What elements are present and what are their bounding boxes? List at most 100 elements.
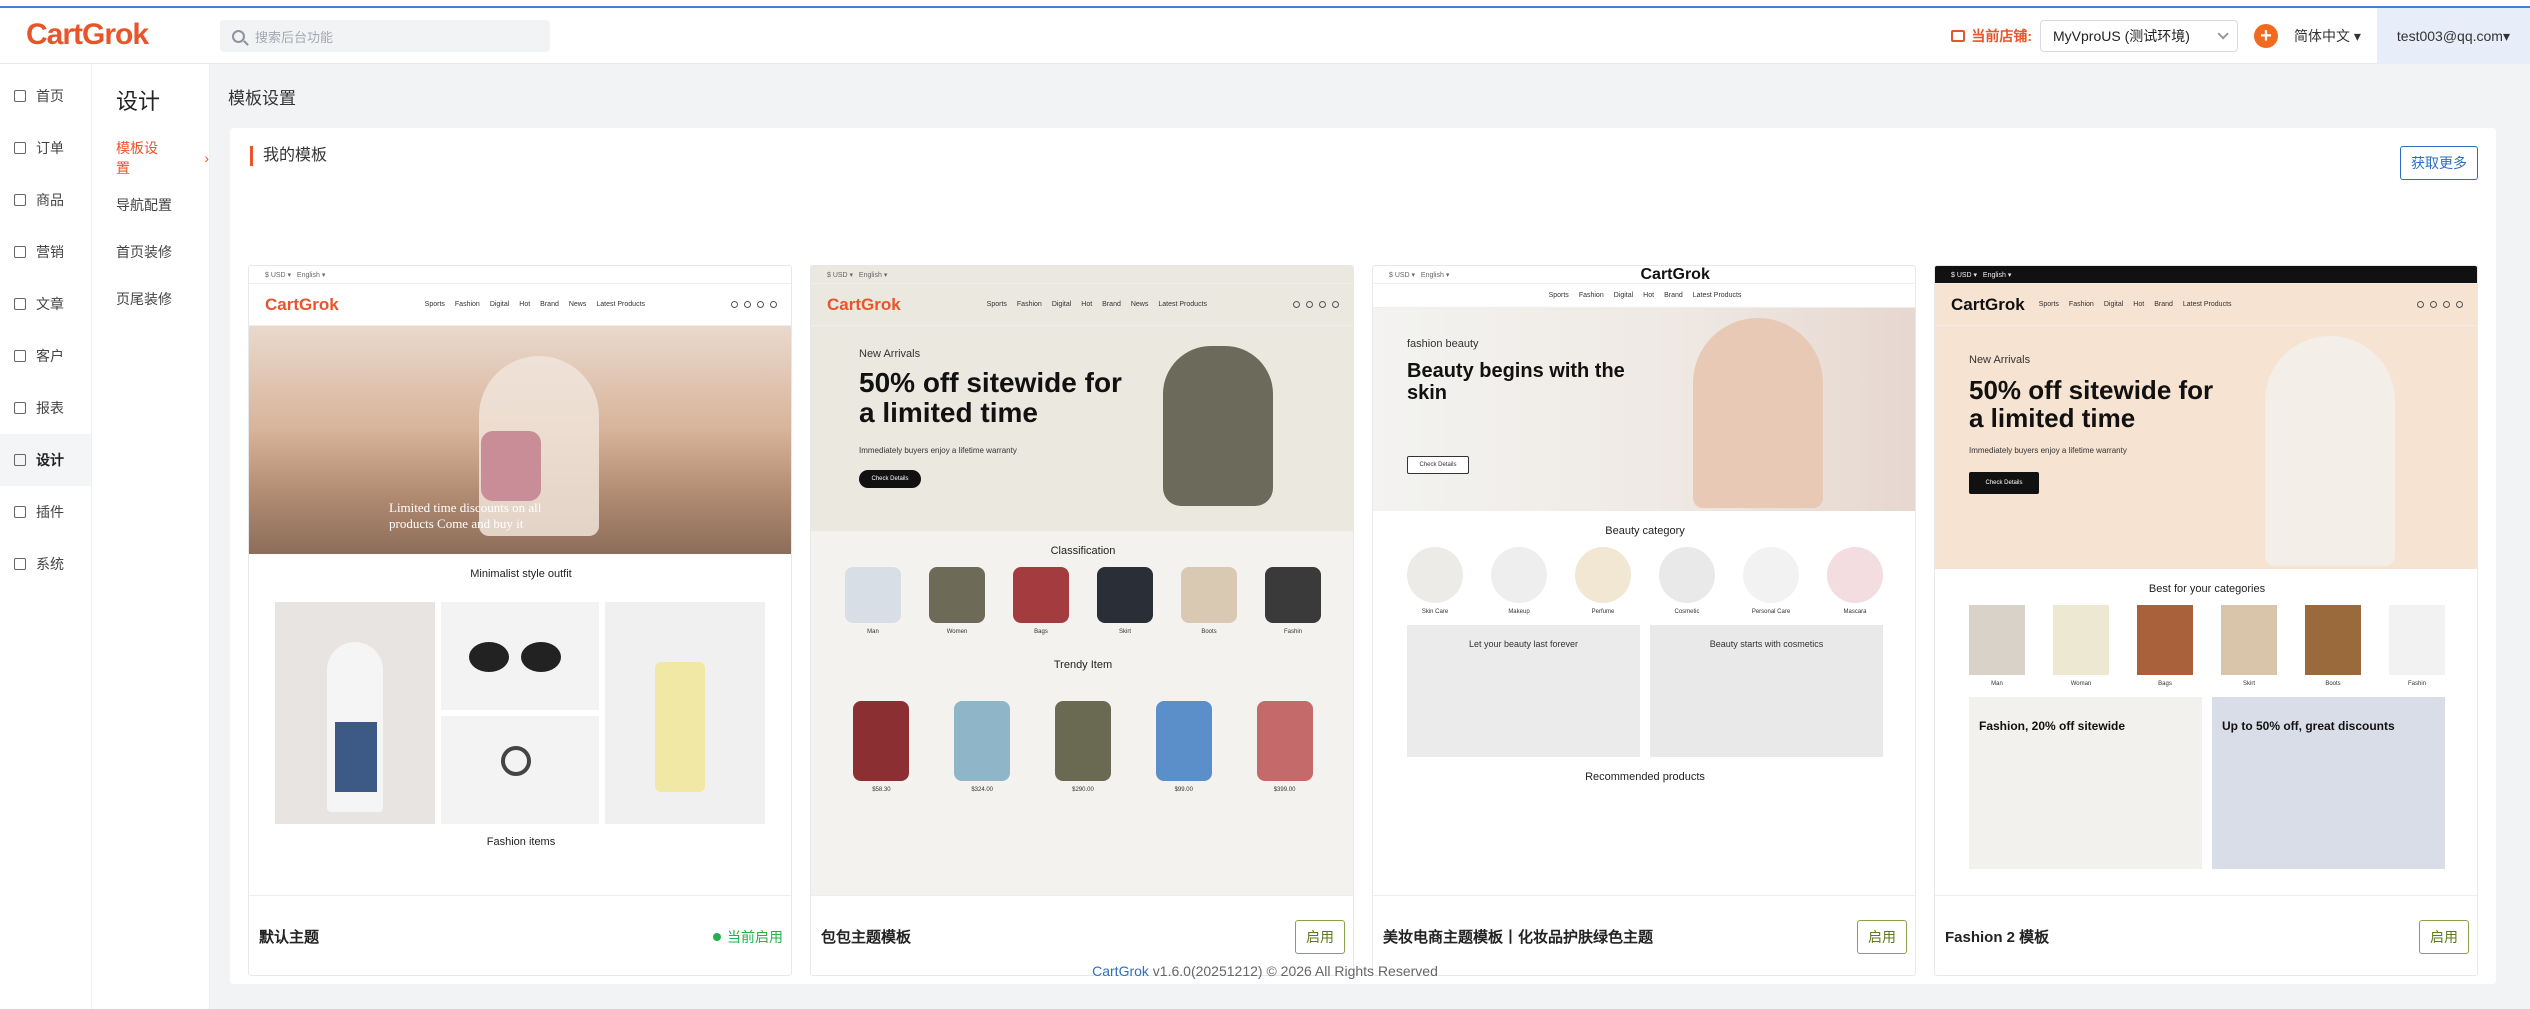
nav-label: 营销 xyxy=(36,244,64,260)
nav-label: 客户 xyxy=(36,348,64,364)
app-logo[interactable]: CartGrok xyxy=(26,18,149,52)
template-preview: $ USD ▾ English ▾ CartGrok Sports Fashion D… xyxy=(249,266,791,895)
footer-copyright: v1.6.0(20251212) © 2026 All Rights Reser… xyxy=(1148,963,1438,979)
nav-label: 报表 xyxy=(36,400,64,416)
subnav-navigation-config[interactable]: 导航配置 xyxy=(92,181,209,228)
template-name: 包包主题模板 xyxy=(821,929,912,946)
store-label: 当前店铺: xyxy=(1951,26,2032,46)
hero-banner: New Arrivals 50% off sitewide for a limi… xyxy=(811,326,1353,531)
nav-system[interactable]: 系统 xyxy=(0,538,91,590)
report-icon xyxy=(14,402,26,414)
status-dot-icon xyxy=(713,932,721,941)
nav-plugins[interactable]: 插件 xyxy=(0,486,91,538)
preview-section-title: Classification xyxy=(1050,545,1116,557)
template-name: Fashion 2 模板 xyxy=(1945,929,2050,946)
current-enabled-badge: 当前启用 xyxy=(713,927,783,947)
language-dropdown[interactable]: 简体中文 ▾ xyxy=(2294,26,2361,46)
customer-icon xyxy=(14,350,26,362)
hero-banner: New Arrivals 50% off sitewide for a limi… xyxy=(1935,326,2477,569)
product-icon xyxy=(14,194,26,206)
hero-kicker: New Arrivals xyxy=(859,348,921,360)
store-icon xyxy=(1951,30,1966,42)
preview-section-title: Best for your categories xyxy=(2148,583,2266,595)
hero-banner: fashion beauty Beauty begins with the sk… xyxy=(1373,308,1915,511)
template-card-default[interactable]: $ USD ▾ English ▾ CartGrok Sports Fashion D… xyxy=(248,265,792,976)
template-preview: $ USD ▾ English ▾ CartGrok Sports Fashion D… xyxy=(811,266,1353,895)
nav-label: 首页 xyxy=(36,88,64,104)
subnav-footer-decoration[interactable]: 页尾装修 xyxy=(92,275,209,322)
add-icon[interactable]: + xyxy=(2254,24,2278,48)
store-select-value: MyVproUS (测试环境) xyxy=(2053,28,2190,44)
template-card-beauty[interactable]: $ USD ▾ English ▾ CartGrok Sports Fashion D… xyxy=(1372,265,1916,976)
nav-customers[interactable]: 客户 xyxy=(0,330,91,382)
search-placeholder: 搜索后台功能 xyxy=(255,29,334,45)
top-header: CartGrok 搜索后台功能 当前店铺: MyVproUS (测试环境) + … xyxy=(0,8,2530,64)
top-accent-line xyxy=(0,0,2530,8)
hero-subtitle: Immediately buyers enjoy a lifetime warr… xyxy=(859,446,1017,455)
preview-subsection-title: Recommended products xyxy=(1585,771,1705,783)
template-preview: $ USD ▾ English ▾ CartGrok Sports Fashion D… xyxy=(1373,266,1915,895)
store-label-text: 当前店铺: xyxy=(1971,28,2032,44)
user-menu[interactable]: test003@qq.com ▾ xyxy=(2376,8,2530,64)
hero-subtitle: Immediately buyers enjoy a lifetime warr… xyxy=(1969,446,2127,455)
search-input[interactable]: 搜索后台功能 xyxy=(220,20,550,52)
nav-label: 设计 xyxy=(36,452,64,468)
chevron-down-icon xyxy=(2217,28,2229,40)
promo-block-2: Up to 50% off, great discounts xyxy=(2212,697,2445,869)
subnav-home-decoration[interactable]: 首页装修 xyxy=(92,228,209,275)
nav-orders[interactable]: 订单 xyxy=(0,122,91,174)
article-icon xyxy=(14,298,26,310)
page-title: 模板设置 xyxy=(228,89,296,108)
home-icon xyxy=(14,90,26,102)
nav-label: 插件 xyxy=(36,504,64,520)
get-more-button[interactable]: 获取更多 xyxy=(2400,146,2478,180)
nav-articles[interactable]: 文章 xyxy=(0,278,91,330)
hero-text: Limited time discounts on all products C… xyxy=(389,500,542,531)
hero-kicker: fashion beauty xyxy=(1407,338,1479,350)
marketing-icon xyxy=(14,246,26,258)
template-name: 美妆电商主题模板丨化妆品护肤绿色主题 xyxy=(1383,929,1654,946)
enable-button[interactable]: 启用 xyxy=(2419,919,2469,954)
store-select[interactable]: MyVproUS (测试环境) xyxy=(2040,20,2238,52)
nav-label: 文章 xyxy=(36,296,64,312)
page-footer: CartGrok v1.6.0(20251212) © 2026 All Rig… xyxy=(0,963,2530,979)
nav-products[interactable]: 商品 xyxy=(0,174,91,226)
footer-brand-link[interactable]: CartGrok xyxy=(1092,963,1149,979)
template-card-bags[interactable]: $ USD ▾ English ▾ CartGrok Sports Fashion D… xyxy=(810,265,1354,976)
preview-subsection-title: Trendy Item xyxy=(1053,659,1113,671)
search-icon xyxy=(232,29,245,43)
section-title: 我的模板 xyxy=(250,146,327,166)
enable-button[interactable]: 启用 xyxy=(1857,919,1907,954)
templates-panel: 我的模板 获取更多 $ USD ▾ English ▾ CartGrok Spor… xyxy=(230,128,2496,984)
main-content: 模板设置 我的模板 获取更多 $ USD ▾ English ▾ CartGro… xyxy=(210,64,2530,1009)
status-text: 当前启用 xyxy=(727,928,783,945)
user-email: test003@qq.com xyxy=(2396,28,2503,44)
preview-subsection-title: Fashion items xyxy=(486,836,556,848)
left-sidebar: 首页 订单 商品 营销 文章 客户 报表 设计 插件 系统 xyxy=(0,64,92,1009)
template-card-fashion2[interactable]: $ USD ▾ English ▾ CartGrok Sports Fashion D… xyxy=(1934,265,2478,976)
order-icon xyxy=(14,142,26,154)
nav-label: 商品 xyxy=(36,192,64,208)
nav-label: 系统 xyxy=(36,556,64,572)
nav-reports[interactable]: 报表 xyxy=(0,382,91,434)
sub-sidebar: 设计 模板设置 导航配置 首页装修 页尾装修 xyxy=(92,64,210,1009)
enable-button[interactable]: 启用 xyxy=(1295,919,1345,954)
hero-banner: Limited time discounts on all products C… xyxy=(249,326,791,554)
nav-design[interactable]: 设计 xyxy=(0,434,91,486)
settings-icon xyxy=(14,558,26,570)
subnav-template-settings[interactable]: 模板设置 xyxy=(92,134,209,181)
nav-marketing[interactable]: 营销 xyxy=(0,226,91,278)
sub-sidebar-title: 设计 xyxy=(116,89,161,114)
template-preview: $ USD ▾ English ▾ CartGrok Sports Fashion D… xyxy=(1935,266,2477,895)
hero-title: 50% off sitewide for a limited time xyxy=(859,367,1122,428)
design-icon xyxy=(14,454,26,466)
hero-kicker: New Arrivals xyxy=(1969,354,2031,366)
hero-title: 50% off sitewide for a limited time xyxy=(1969,375,2214,433)
nav-home[interactable]: 首页 xyxy=(0,70,91,122)
template-name: 默认主题 xyxy=(259,929,320,946)
preview-section-title: Beauty category xyxy=(1605,525,1685,537)
language-label: 简体中文 xyxy=(2294,28,2350,44)
hero-title: Beauty begins with the skin xyxy=(1407,360,1625,404)
preview-section-title: Minimalist style outfit xyxy=(470,568,572,580)
promo-block-1: Fashion, 20% off sitewide xyxy=(1969,697,2202,869)
